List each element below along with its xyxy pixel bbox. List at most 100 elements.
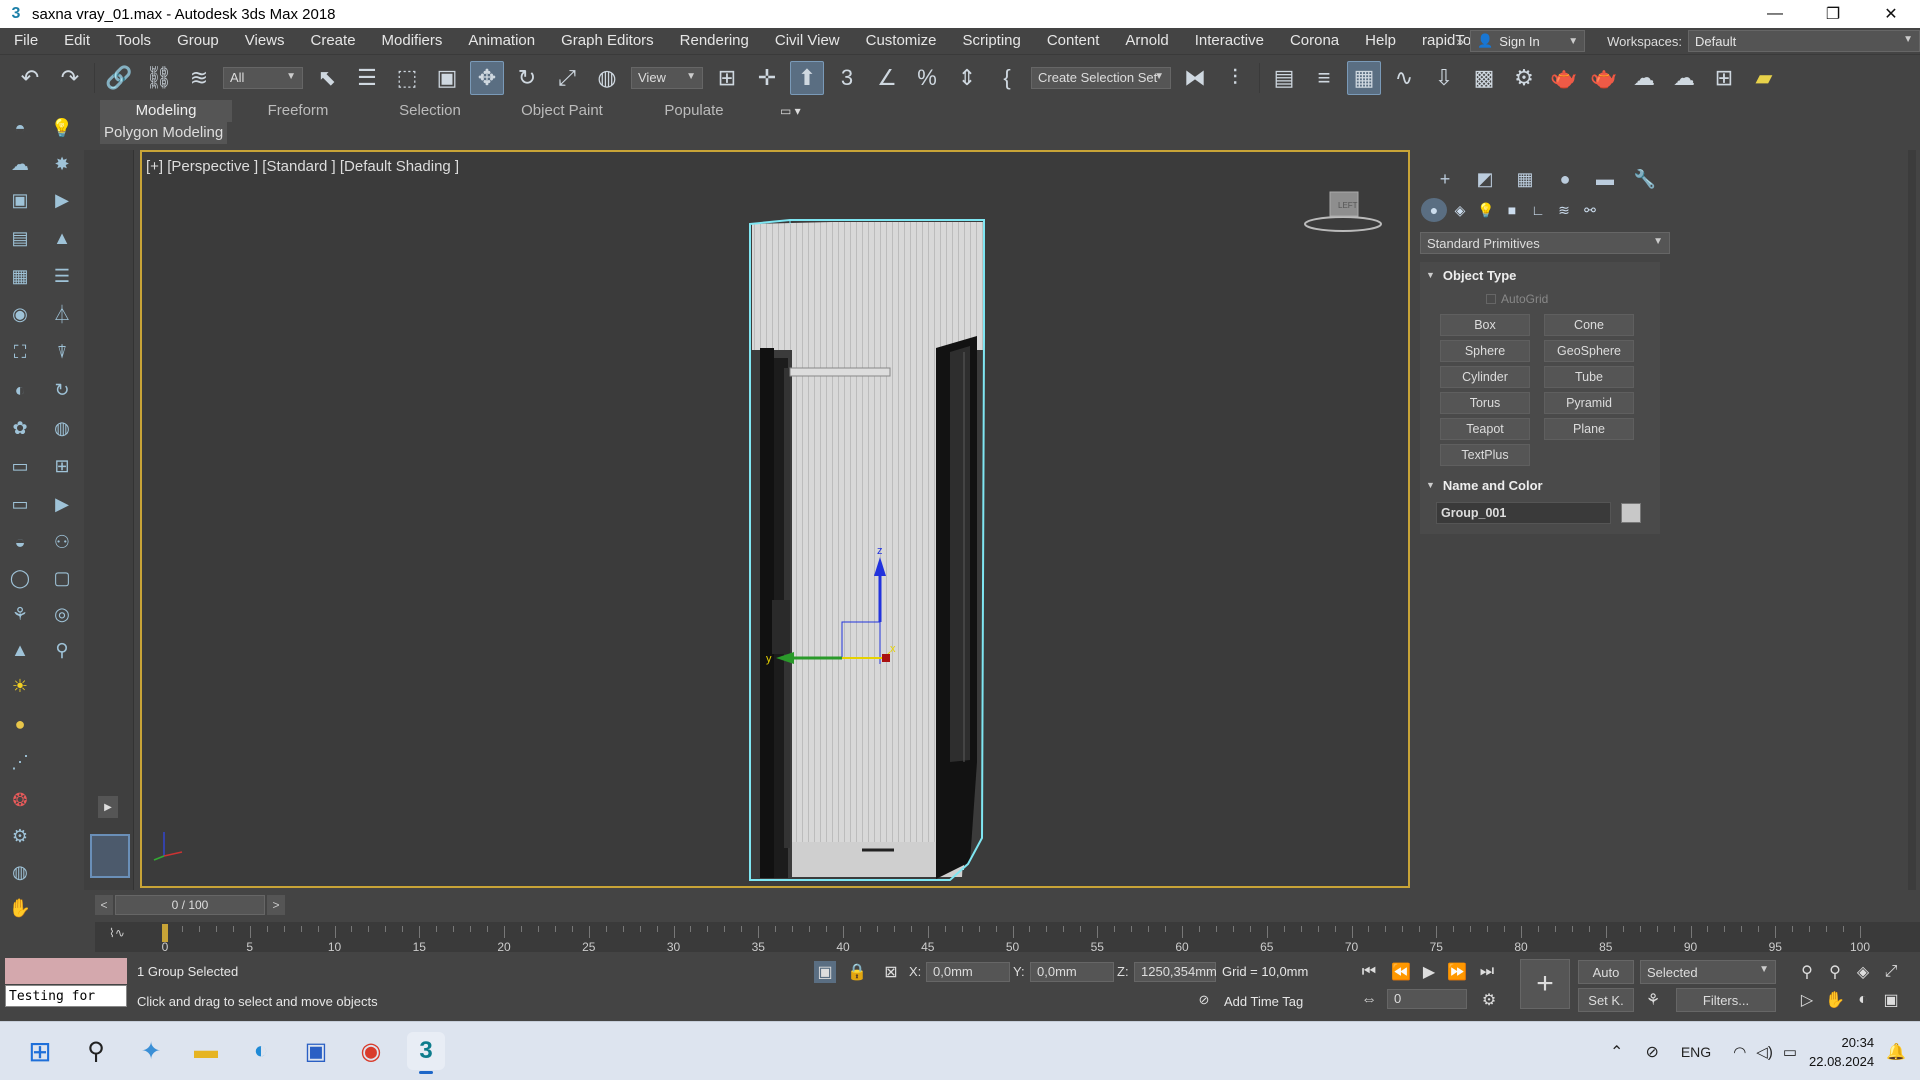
align-icon[interactable]: ⫶ (1218, 61, 1252, 95)
object-color-swatch[interactable] (1621, 503, 1641, 523)
link-icon[interactable]: 🔗 (102, 61, 136, 95)
panel-icon[interactable]: ▢ (50, 566, 74, 590)
maxscript-listener-input[interactable]: Testing for (5, 985, 127, 1007)
move-box-icon[interactable]: ⊞ (50, 454, 74, 478)
spotlight-icon[interactable]: ⏃ (50, 302, 74, 326)
menu-create[interactable]: Create (298, 28, 369, 54)
show-hidden-icons-icon[interactable]: ⌃ (1610, 1042, 1623, 1062)
filters-button[interactable]: Filters... (1676, 988, 1776, 1012)
auto-key-button[interactable]: Auto (1578, 960, 1634, 984)
hierarchy-tab-icon[interactable]: ▦ (1505, 166, 1545, 192)
set-key-button[interactable]: Set K. (1578, 988, 1634, 1012)
current-frame-marker[interactable] (162, 924, 168, 942)
isolate-selection-icon[interactable]: ▣ (814, 961, 836, 983)
previous-frame-icon[interactable]: ⏪ (1390, 961, 1412, 983)
object-name-field[interactable]: Group_001 (1436, 502, 1611, 524)
unlink-icon[interactable]: ⛓ (142, 61, 176, 95)
angle-snap-icon[interactable]: ∠ (870, 61, 904, 95)
menu-civil-view[interactable]: Civil View (762, 28, 853, 54)
undo-icon[interactable]: ↶ (13, 61, 47, 95)
dome-icon[interactable]: ◐ (8, 378, 32, 402)
tree-icon[interactable]: ▲ (50, 226, 74, 250)
go-to-start-icon[interactable]: ⏮ (1358, 961, 1380, 983)
tab-modeling[interactable]: Modeling (100, 100, 232, 122)
autogrid-checkbox[interactable]: AutoGrid (1420, 288, 1660, 310)
notifications-icon[interactable]: 🔔 (1886, 1042, 1906, 1062)
percent-snap-icon[interactable]: % (910, 61, 944, 95)
cube-icon[interactable]: ⛶ (8, 340, 32, 364)
ribbon-options-icon[interactable]: ▭ ▾ (780, 104, 801, 118)
object-type-header[interactable]: ▼ Object Type (1420, 262, 1660, 288)
pan-view-icon[interactable]: ✋ (1824, 989, 1846, 1011)
torus-button[interactable]: Torus (1440, 392, 1530, 414)
menu-animation[interactable]: Animation (455, 28, 548, 54)
scene-explorer-icon[interactable]: ▤ (1267, 61, 1301, 95)
tube-button[interactable]: Tube (1544, 366, 1634, 388)
globe-icon[interactable]: ◍ (50, 416, 74, 440)
cloud-icon[interactable]: ☁ (8, 152, 32, 176)
snaps-toggle-icon[interactable]: 3 (830, 61, 864, 95)
chrome-icon[interactable]: ◉ (352, 1032, 390, 1070)
add-time-tag[interactable]: Add Time Tag (1224, 994, 1303, 1009)
select-and-scale-icon[interactable]: ⤢ (550, 61, 584, 95)
reference-coordinate-dropdown[interactable]: View ▼ (631, 66, 703, 89)
menu-scripting[interactable]: Scripting (949, 28, 1033, 54)
clock[interactable]: 20:34 22.08.2024 (1809, 1033, 1874, 1071)
window-icon[interactable]: ▭ (8, 492, 32, 516)
eye-icon[interactable]: ◎ (50, 602, 74, 626)
tab-object-paint[interactable]: Object Paint (496, 100, 628, 122)
menu-modifiers[interactable]: Modifiers (369, 28, 456, 54)
cone-button[interactable]: Cone (1544, 314, 1634, 336)
search-icon[interactable]: ⚲ (77, 1032, 115, 1070)
set-key-big-icon[interactable]: + (1520, 959, 1570, 1009)
rectangular-selection-icon[interactable]: ⬚ (390, 61, 424, 95)
curve-editor-mini-icon[interactable]: ⌇∿ (109, 926, 125, 940)
select-and-rotate-icon[interactable]: ↻ (510, 61, 544, 95)
tab-populate[interactable]: Populate (628, 100, 760, 122)
key-filters-icon[interactable]: ⚘ (1642, 989, 1664, 1011)
geosphere-button[interactable]: GeoSphere (1544, 340, 1634, 362)
3dsmax-app-icon[interactable]: 3 (6, 4, 26, 24)
redo-icon[interactable]: ↷ (53, 61, 87, 95)
select-and-move-icon[interactable]: ✥ (470, 60, 504, 95)
bind-space-warp-icon[interactable]: ≋ (182, 61, 216, 95)
3dsmax-taskbar-icon[interactable]: 3 (407, 1032, 445, 1074)
viewport-layout-thumb[interactable] (90, 834, 130, 878)
windows-start-icon[interactable]: ⊞ (21, 1032, 59, 1070)
teapot-button[interactable]: Teapot (1440, 418, 1530, 440)
menu-tools[interactable]: Tools (103, 28, 164, 54)
close-button[interactable]: ✕ (1862, 0, 1920, 28)
pivot-center-icon[interactable]: ⊞ (710, 61, 744, 95)
select-and-place-icon[interactable]: ◍ (590, 61, 624, 95)
selection-filter-dropdown[interactable]: All ▼ (223, 66, 303, 89)
systems-icon[interactable]: ⚯ (1577, 198, 1603, 222)
absolute-mode-icon[interactable]: ⊠ (880, 961, 902, 983)
menu-corona[interactable]: Corona (1277, 28, 1352, 54)
light-bulb-icon[interactable]: 💡 (50, 116, 74, 140)
workspaces-dropdown[interactable]: Default ▼ (1688, 30, 1920, 52)
menu-views[interactable]: Views (232, 28, 298, 54)
key-mode-icon[interactable]: ⇔ (1358, 989, 1380, 1011)
space-warps-icon[interactable]: ≋ (1551, 198, 1577, 222)
motion-tab-icon[interactable]: ● (1545, 166, 1585, 192)
notes-icon[interactable]: ▰ (1747, 61, 1781, 95)
command-panel-scrollbar[interactable] (1908, 150, 1916, 890)
shapes-icon[interactable]: ◈ (1447, 198, 1473, 222)
frame-icon[interactable]: ▭ (8, 454, 32, 478)
wifi-icon[interactable]: ◠ (1733, 1043, 1746, 1061)
zoom-extents-icon[interactable]: ◈ (1852, 961, 1874, 983)
sphere-button[interactable]: Sphere (1440, 340, 1530, 362)
copilot-icon[interactable]: ✦ (132, 1032, 170, 1070)
curve-editor-icon[interactable]: ∿ (1387, 61, 1421, 95)
render-iterative-icon[interactable]: ☁ (1627, 61, 1661, 95)
network-icon[interactable]: ⚙ (8, 824, 32, 848)
time-config-icon[interactable]: ⚙ (1478, 989, 1500, 1011)
tab-selection[interactable]: Selection (364, 100, 496, 122)
sign-in-dropdown[interactable]: 👤 Sign In ▼ (1470, 30, 1586, 52)
network-off-icon[interactable]: ⊘ (1645, 1042, 1658, 1062)
menu-help[interactable]: Help (1352, 28, 1409, 54)
volume-icon[interactable]: ◁) (1756, 1043, 1773, 1061)
select-object-icon[interactable]: ⬉ (310, 61, 344, 95)
viewcube[interactable]: LEFT (1298, 188, 1388, 238)
video-icon[interactable]: ▶ (50, 492, 74, 516)
